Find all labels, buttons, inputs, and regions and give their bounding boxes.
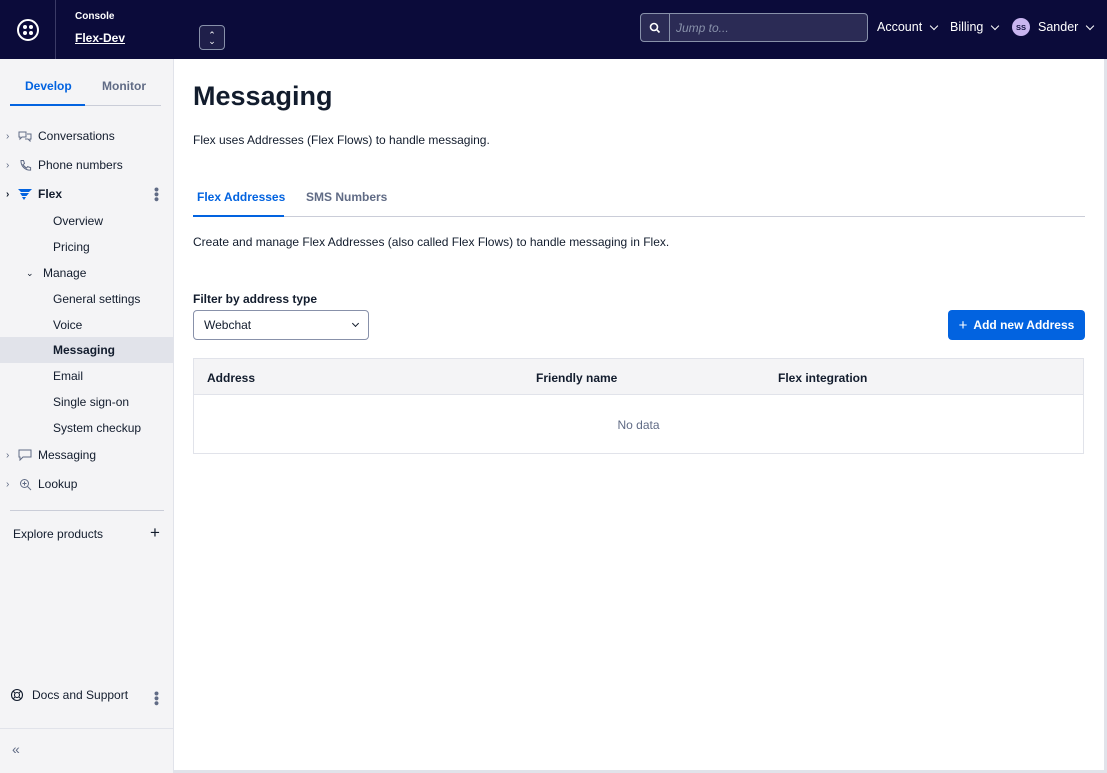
active-tab-indicator: [10, 104, 85, 106]
page-description: Flex uses Addresses (Flex Flows) to hand…: [193, 133, 490, 147]
flex-icon: [18, 187, 32, 201]
chevron-down-icon: [351, 319, 360, 328]
divider: [0, 728, 173, 729]
add-button-label: Add new Address: [973, 318, 1075, 332]
sidebar-item-label: Pricing: [53, 240, 90, 254]
sidebar-item-manage[interactable]: ⌄ Manage: [0, 260, 173, 286]
chevron-right-icon: ›: [6, 188, 10, 200]
sidebar-item-label: Lookup: [38, 477, 78, 491]
sidebar-item-email[interactable]: Email: [0, 363, 173, 389]
conversations-icon: [18, 129, 32, 143]
up-down-chevron-icon: ⌃ ⌄: [208, 29, 216, 46]
chevron-down-icon: [991, 21, 1000, 30]
account-switcher-button[interactable]: ⌃ ⌄: [199, 25, 225, 50]
user-menu[interactable]: SS Sander: [1012, 18, 1095, 36]
sidebar-item-conversations[interactable]: › Conversations: [0, 127, 173, 145]
table-header: Address Friendly name Flex integration: [194, 359, 1083, 395]
tab-flex-addresses[interactable]: Flex Addresses: [197, 190, 285, 204]
lifebuoy-icon: [10, 688, 24, 702]
search-input[interactable]: [670, 14, 867, 41]
avatar: SS: [1012, 18, 1030, 36]
docs-and-support-link[interactable]: Docs and Support: [10, 688, 128, 702]
chevron-right-icon: ›: [6, 159, 10, 171]
sidebar-item-label: General settings: [53, 292, 141, 306]
empty-state: No data: [617, 418, 660, 432]
plus-icon[interactable]: +: [150, 523, 160, 543]
lookup-icon: [18, 477, 32, 491]
twilio-logo-icon: [16, 18, 39, 41]
sidebar-item-label: Manage: [43, 266, 87, 280]
search-icon[interactable]: [641, 14, 670, 41]
console-label: Console: [75, 11, 115, 22]
sidebar-item-label: Flex: [38, 187, 63, 201]
chevron-right-icon: ›: [6, 478, 10, 490]
top-bar: Console Flex-Dev ⌃⌄ Account Billing SS S…: [0, 0, 1107, 59]
sidebar-tabs: Develop Monitor: [10, 59, 161, 106]
sidebar-item-label: Phone numbers: [38, 158, 123, 172]
sidebar-item-lookup[interactable]: › Lookup: [0, 475, 173, 493]
column-header-flex-integration: Flex integration: [778, 371, 868, 385]
sidebar-item-phone-numbers[interactable]: › Phone numbers: [0, 156, 173, 174]
sidebar-item-label: Email: [53, 369, 84, 383]
project-name-link[interactable]: Flex-Dev: [75, 31, 125, 45]
addresses-table: Address Friendly name Flex integration N…: [193, 358, 1084, 454]
content-tabs: Flex Addresses SMS Numbers: [193, 177, 1085, 217]
add-new-address-button[interactable]: + Add new Address: [948, 310, 1085, 340]
billing-menu-label: Billing: [950, 20, 984, 34]
active-tab-indicator: [193, 215, 284, 217]
sidebar-item-messaging-active[interactable]: Messaging: [0, 337, 173, 363]
collapse-sidebar-icon[interactable]: «: [12, 741, 20, 757]
sidebar-item-messaging[interactable]: › Messaging: [0, 446, 173, 464]
sidebar-item-label: Messaging: [38, 448, 97, 462]
jump-to-search: [640, 13, 868, 42]
billing-menu[interactable]: Billing: [950, 20, 1000, 34]
tab-develop[interactable]: Develop: [25, 79, 72, 93]
column-header-friendly-name: Friendly name: [536, 371, 618, 385]
sidebar-item-label: Conversations: [38, 129, 115, 143]
filter-label: Filter by address type: [193, 292, 318, 306]
tab-monitor[interactable]: Monitor: [102, 79, 146, 93]
chevron-right-icon: ›: [6, 449, 10, 461]
sidebar: Develop Monitor › Conversations › Phone …: [0, 59, 174, 773]
sidebar-item-label: System checkup: [53, 421, 142, 435]
sidebar-item-general-settings[interactable]: General settings: [0, 286, 173, 312]
user-name: Sander: [1038, 20, 1079, 34]
chat-bubble-icon: [18, 448, 32, 462]
sidebar-item-label: Voice: [53, 318, 83, 332]
account-menu[interactable]: Account: [877, 20, 939, 34]
page-title: Messaging: [193, 81, 333, 111]
tab-description: Create and manage Flex Addresses (also c…: [193, 235, 670, 249]
sidebar-item-pricing[interactable]: Pricing: [0, 234, 173, 260]
sidebar-item-system-checkup[interactable]: System checkup: [0, 415, 173, 441]
chevron-down-icon: [929, 21, 939, 30]
explore-products-link[interactable]: Explore products: [13, 527, 103, 541]
account-menu-label: Account: [877, 20, 923, 34]
more-options-icon[interactable]: •••: [149, 187, 165, 202]
tab-sms-numbers[interactable]: SMS Numbers: [306, 190, 387, 204]
twilio-logo-button[interactable]: [0, 0, 56, 59]
sidebar-item-overview[interactable]: Overview: [0, 208, 173, 234]
sidebar-item-label: Messaging: [53, 343, 116, 357]
chevron-down-icon: ⌄: [26, 267, 34, 278]
sidebar-item-flex[interactable]: › Flex •••: [0, 185, 173, 203]
sidebar-item-label: Overview: [53, 214, 104, 228]
docs-label: Docs and Support: [32, 688, 129, 702]
divider: [10, 510, 164, 511]
select-value: Webchat: [204, 318, 252, 332]
plus-icon: +: [958, 316, 968, 334]
sidebar-item-voice[interactable]: Voice: [0, 312, 173, 338]
column-header-address: Address: [207, 371, 256, 385]
sidebar-item-label: Single sign-on: [53, 395, 130, 409]
chevron-down-icon: [1086, 21, 1095, 30]
more-options-icon[interactable]: •••: [149, 691, 165, 706]
chevron-right-icon: ›: [6, 130, 10, 142]
sidebar-item-single-sign-on[interactable]: Single sign-on: [0, 389, 173, 415]
phone-icon: [18, 158, 32, 172]
address-type-select[interactable]: Webchat: [193, 310, 369, 340]
